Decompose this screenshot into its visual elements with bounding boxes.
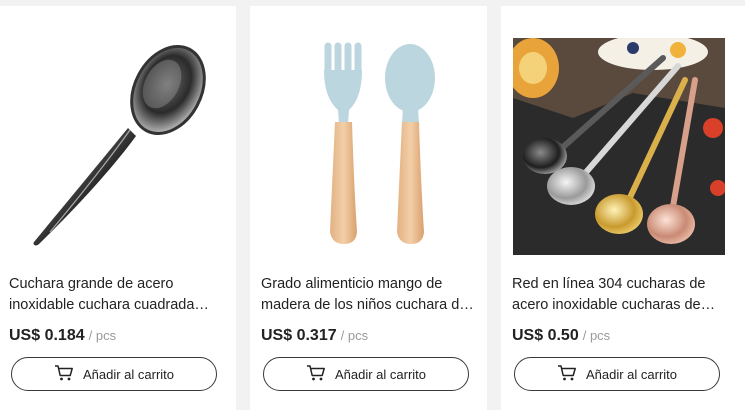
price-unit: / pcs — [340, 328, 369, 343]
price: US$ 0.50 — [512, 327, 579, 344]
product-title[interactable]: Grado alimenticio mango de madera de los… — [261, 274, 475, 316]
price: US$ 0.184 — [9, 327, 85, 344]
add-to-cart-label: Añadir al carrito — [334, 366, 427, 382]
price-unit: / pcs — [88, 328, 117, 343]
product-image-steel-spoon[interactable] — [10, 36, 222, 256]
add-to-cart-label: Añadir al carrito — [585, 366, 678, 382]
add-to-cart-label: Añadir al carrito — [82, 366, 175, 382]
price-row: US$ 0.184/ pcs — [9, 327, 116, 345]
product-card[interactable]: Cuchara grande de acero inoxidable cucha… — [0, 6, 236, 410]
price-row: US$ 0.317/ pcs — [261, 327, 368, 345]
add-to-cart-button[interactable]: Añadir al carrito — [514, 357, 720, 391]
price: US$ 0.317 — [261, 327, 337, 344]
add-to-cart-button[interactable]: Añadir al carrito — [263, 357, 469, 391]
product-title[interactable]: Red en línea 304 cucharas de acero inoxi… — [512, 274, 733, 316]
product-image-kids-fork-spoon[interactable] — [262, 36, 474, 256]
price-unit: / pcs — [582, 328, 611, 343]
cart-icon — [54, 364, 74, 385]
product-card[interactable]: Grado alimenticio mango de madera de los… — [250, 6, 487, 410]
add-to-cart-button[interactable]: Añadir al carrito — [11, 357, 217, 391]
product-title[interactable]: Cuchara grande de acero inoxidable cucha… — [9, 274, 224, 316]
product-image-colored-dessert-spoons[interactable] — [513, 38, 725, 255]
cart-icon — [557, 364, 577, 385]
price-row: US$ 0.50/ pcs — [512, 327, 610, 345]
cart-icon — [306, 364, 326, 385]
product-card[interactable]: Red en línea 304 cucharas de acero inoxi… — [501, 6, 745, 410]
